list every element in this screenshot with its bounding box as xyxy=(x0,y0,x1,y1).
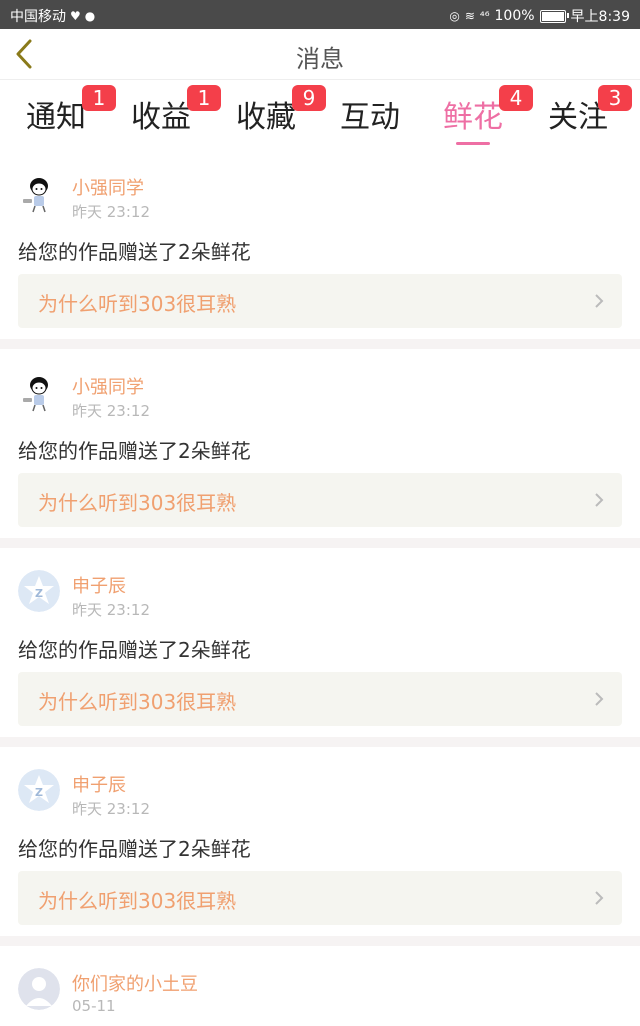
tab-badge: 1 xyxy=(82,85,116,111)
work-link[interactable]: 为什么听到303很耳熟 xyxy=(18,871,622,925)
tab-badge: 4 xyxy=(499,85,533,111)
message-card: Z 申子辰 昨天 23:12 给您的作品赠送了2朵鲜花 为什么听到303很耳熟 xyxy=(0,548,640,737)
tab-label: 收藏 xyxy=(236,100,296,135)
qzone-star-avatar[interactable]: Z xyxy=(18,570,60,612)
tab-favorites[interactable]: 收藏 9 xyxy=(236,85,326,136)
avatar-image: Z xyxy=(18,769,60,811)
message-time: 05-11 xyxy=(72,997,116,1015)
message-text: 给您的作品赠送了2朵鲜花 xyxy=(18,638,251,662)
battery-percent: 100% xyxy=(494,8,535,24)
notification-icon: ♥ xyxy=(70,9,81,23)
nav-bar: 消息 xyxy=(0,29,640,80)
cartoon-boy-avatar[interactable] xyxy=(18,371,60,413)
work-title: 为什么听到303很耳熟 xyxy=(38,690,237,714)
tab-notifications[interactable]: 通知 1 xyxy=(26,85,116,136)
chevron-right-icon xyxy=(595,692,604,706)
tab-label: 收益 xyxy=(131,100,191,135)
work-title: 为什么听到303很耳熟 xyxy=(38,491,237,515)
carrier-name: 中国移动 xyxy=(10,9,66,25)
username[interactable]: 你们家的小土豆 xyxy=(72,970,198,996)
message-text: 给您的作品赠送了2朵鲜花 xyxy=(18,439,251,463)
message-feed: 小强同学 昨天 23:12 给您的作品赠送了2朵鲜花 为什么听到303很耳熟 小… xyxy=(0,150,640,1026)
status-bar: 中国移动 ♥ ● ◎ ≋ ⁴⁶ 100% 早上8:39 xyxy=(0,0,640,29)
tab-interactions[interactable]: 互动 xyxy=(340,92,400,136)
clock: 早上8:39 xyxy=(570,9,630,25)
message-time: 昨天 23:12 xyxy=(72,601,150,619)
message-time: 昨天 23:12 xyxy=(72,402,150,420)
default-person-avatar[interactable] xyxy=(18,968,60,1010)
page-title: 消息 xyxy=(296,45,344,73)
tab-badge: 9 xyxy=(292,85,326,111)
tab-badge: 3 xyxy=(598,85,632,111)
message-card: 小强同学 昨天 23:12 给您的作品赠送了2朵鲜花 为什么听到303很耳熟 xyxy=(0,150,640,339)
status-right: ◎ ≋ ⁴⁶ 100% 早上8:39 xyxy=(449,6,630,26)
avatar-image xyxy=(18,371,60,413)
divider xyxy=(0,936,640,946)
message-card: 你们家的小土豆 05-11 xyxy=(0,946,640,1026)
work-title: 为什么听到303很耳熟 xyxy=(38,889,237,913)
chevron-right-icon xyxy=(595,891,604,905)
avatar-image xyxy=(18,172,60,214)
app-notification-icon: ● xyxy=(84,9,96,23)
tab-flowers[interactable]: 鲜花 4 xyxy=(443,85,533,145)
category-tabs: 通知 1 收益 1 收藏 9 互动 鲜花 4 关注 3 xyxy=(0,80,640,150)
tab-badge: 1 xyxy=(187,85,221,111)
battery-fill xyxy=(541,11,564,21)
work-link[interactable]: 为什么听到303很耳熟 xyxy=(18,274,622,328)
work-link[interactable]: 为什么听到303很耳熟 xyxy=(18,473,622,527)
message-time: 昨天 23:12 xyxy=(72,203,150,221)
svg-text:Z: Z xyxy=(35,786,43,799)
work-title: 为什么听到303很耳熟 xyxy=(38,292,237,316)
username[interactable]: 小强同学 xyxy=(72,373,144,399)
signal-icon: ⁴⁶ xyxy=(479,9,490,23)
tab-label: 鲜花 xyxy=(443,100,503,135)
tab-label: 互动 xyxy=(340,100,400,135)
headphone-icon: ◎ xyxy=(449,9,460,23)
message-text: 给您的作品赠送了2朵鲜花 xyxy=(18,240,251,264)
message-time: 昨天 23:12 xyxy=(72,800,150,818)
battery-icon xyxy=(539,9,569,23)
tab-earnings[interactable]: 收益 1 xyxy=(131,85,221,136)
status-left: 中国移动 ♥ ● xyxy=(10,6,95,26)
active-tab-indicator xyxy=(456,142,490,145)
tab-following[interactable]: 关注 3 xyxy=(548,85,632,136)
chevron-right-icon xyxy=(595,294,604,308)
message-text: 给您的作品赠送了2朵鲜花 xyxy=(18,837,251,861)
divider xyxy=(0,737,640,747)
avatar-image: Z xyxy=(18,570,60,612)
message-card: 小强同学 昨天 23:12 给您的作品赠送了2朵鲜花 为什么听到303很耳熟 xyxy=(0,349,640,538)
wifi-icon: ≋ xyxy=(464,9,475,23)
divider xyxy=(0,339,640,349)
message-card: Z 申子辰 昨天 23:12 给您的作品赠送了2朵鲜花 为什么听到303很耳熟 xyxy=(0,747,640,936)
work-link[interactable]: 为什么听到303很耳熟 xyxy=(18,672,622,726)
username[interactable]: 小强同学 xyxy=(72,174,144,200)
avatar-image xyxy=(18,968,60,1010)
qzone-star-avatar[interactable]: Z xyxy=(18,769,60,811)
username[interactable]: 申子辰 xyxy=(72,771,126,797)
username[interactable]: 申子辰 xyxy=(72,572,126,598)
svg-text:Z: Z xyxy=(35,587,43,600)
cartoon-boy-avatar[interactable] xyxy=(18,172,60,214)
divider xyxy=(0,538,640,548)
tab-label: 通知 xyxy=(26,100,86,135)
chevron-right-icon xyxy=(595,493,604,507)
